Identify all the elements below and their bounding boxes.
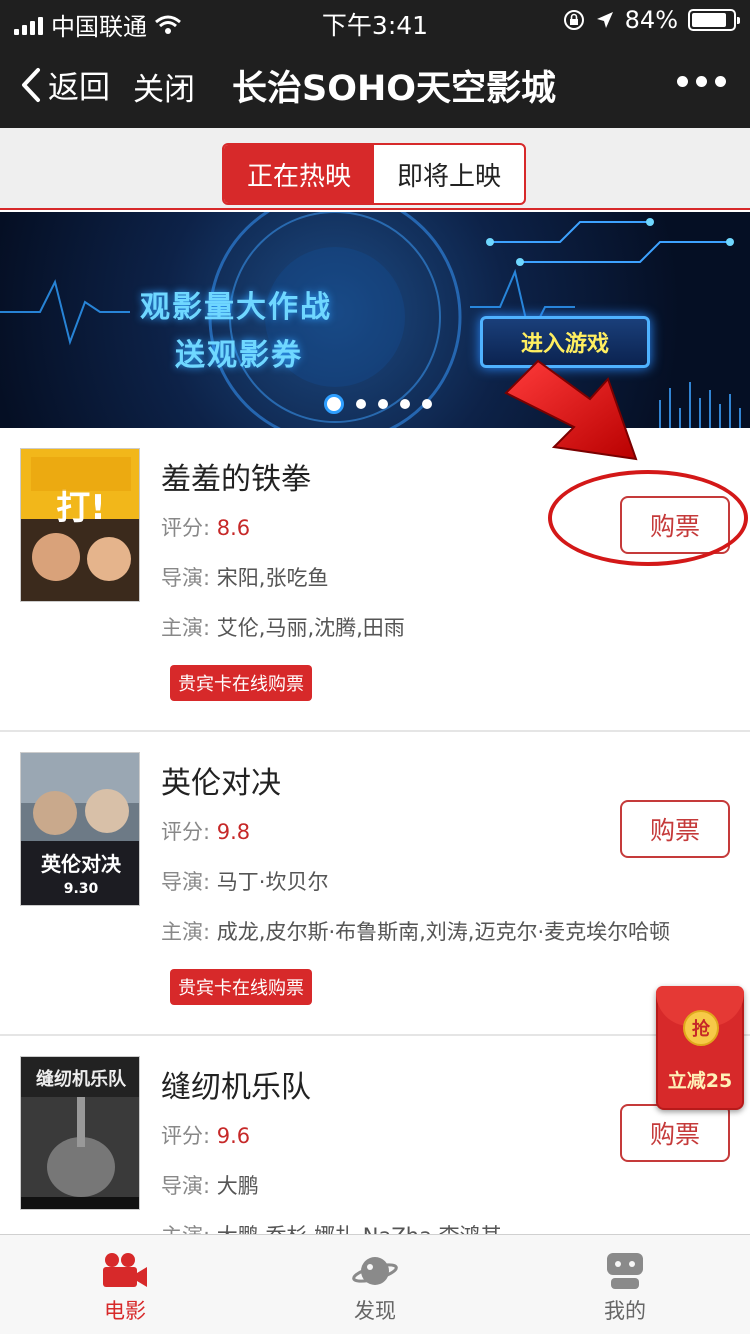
poster-date-text: 9.30 [64,881,99,897]
cast-label: 主演: [161,616,211,640]
chevron-left-icon [22,67,40,102]
grab-coin-icon: 抢 [683,1010,719,1046]
movie-score-row: 评分: 9.6 [161,1120,250,1150]
back-label: 返回 [48,70,110,106]
carousel-dot-active[interactable] [324,394,344,414]
movie-score: 9.8 [216,820,251,844]
movie-title[interactable]: 羞羞的铁拳 [161,454,311,498]
page-title: 长治SOHO天空影城 [232,69,557,109]
movie-director-row: 导演: 大鹏 [161,1170,259,1200]
discount-label: 立减25 [667,1070,733,1092]
battery-icon [688,9,740,31]
director-label: 导演: [161,870,211,894]
cast-label: 主演: [161,920,211,944]
movie-director: 大鹏 [216,1174,259,1198]
poster-title-text: 英伦对决 [41,852,122,876]
carousel-dot[interactable] [378,399,388,409]
movie-director: 马丁·坎贝尔 [216,870,329,894]
movie-cast: 成龙,皮尔斯·布鲁斯南,刘涛,迈克尔·麦克埃尔哈顿 [216,920,671,944]
tab-coming-soon[interactable]: 即将上映 [374,145,524,203]
buy-ticket-button[interactable]: 购票 [620,1104,730,1162]
movie-camera-icon [103,1253,147,1287]
banner-headline: 观影量大作战 [140,290,332,325]
tab-movies[interactable]: 电影 [0,1235,250,1334]
movie-score-row: 评分: 8.6 [161,512,250,542]
location-arrow-icon [596,12,613,28]
score-label: 评分: [161,1124,211,1148]
back-button[interactable]: 返回 [20,62,110,107]
carousel-dot[interactable] [356,399,366,409]
movie-director: 宋阳,张吃鱼 [216,566,329,590]
poster-image: 缝纫机乐队 [21,1057,139,1209]
carousel-dot[interactable] [400,399,410,409]
movie-title[interactable]: 缝纫机乐队 [161,1062,311,1106]
rotation-lock-icon [563,10,584,30]
nav-bar: 返回 关闭 长治SOHO天空影城 [0,40,750,128]
movie-poster[interactable]: 英伦对决 9.30 [20,752,140,906]
movie-poster[interactable]: 打! [20,448,140,602]
battery-percent: 84% [624,6,678,34]
movie-score-row: 评分: 9.8 [161,816,250,846]
poster-image: 打! [21,449,139,601]
tabs-area: 正在热映 即将上映 [0,128,750,210]
status-right: 84% [563,6,740,34]
tab-mine[interactable]: 我的 [500,1235,750,1334]
score-label: 评分: [161,516,211,540]
movie-title[interactable]: 英伦对决 [161,758,281,802]
bottom-tab-bar: 电影 发现 我的 [0,1234,750,1334]
movie-poster[interactable]: 缝纫机乐队 [20,1056,140,1210]
tab-mine-label: 我的 [604,1299,646,1323]
director-label: 导演: [161,566,211,590]
movie-score: 8.6 [216,516,251,540]
score-label: 评分: [161,820,211,844]
vip-card-badge[interactable]: 贵宾卡在线购票 [170,969,312,1005]
movie-director-row: 导演: 宋阳,张吃鱼 [161,562,328,592]
movie-item[interactable]: 英伦对决 9.30 英伦对决 评分: 9.8 导演: 马丁·坎贝尔 主演: 成龙… [0,732,750,1036]
movie-director-row: 导演: 马丁·坎贝尔 [161,866,328,896]
status-bar: 中国联通 下午3:41 84% [0,0,750,41]
carousel-dots[interactable] [324,394,432,414]
banner-subheadline: 送观影券 [175,338,303,373]
tab-discover-label: 发现 [354,1299,396,1323]
battery-fill [692,13,726,27]
carousel-dot[interactable] [422,399,432,409]
poster-title-text: 缝纫机乐队 [36,1068,127,1090]
buy-ticket-button[interactable]: 购票 [620,800,730,858]
robot-profile-icon [607,1253,643,1289]
vip-card-badge[interactable]: 贵宾卡在线购票 [170,665,312,701]
red-arrow-annotation [504,359,638,461]
red-circle-annotation [548,470,748,566]
planet-icon [352,1257,398,1285]
movie-score: 9.6 [216,1124,251,1148]
poster-title-text: 打! [56,488,106,528]
tab-discover[interactable]: 发现 [250,1235,500,1334]
segmented-control: 正在热映 即将上映 [222,143,526,205]
tab-now-showing[interactable]: 正在热映 [224,145,374,203]
movie-cast-row: 主演: 成龙,皮尔斯·布鲁斯南,刘涛,迈克尔·麦克埃尔哈顿 [161,916,670,946]
director-label: 导演: [161,1174,211,1198]
red-envelope-promo[interactable]: 抢 立减25 [656,986,744,1110]
poster-image: 英伦对决 9.30 [21,753,139,905]
movie-cast-row: 主演: 艾伦,马丽,沈腾,田雨 [161,612,405,642]
more-menu-icon[interactable] [677,76,726,87]
close-button[interactable]: 关闭 [133,64,195,109]
movie-cast: 艾伦,马丽,沈腾,田雨 [216,616,405,640]
tab-movies-label: 电影 [104,1299,146,1323]
